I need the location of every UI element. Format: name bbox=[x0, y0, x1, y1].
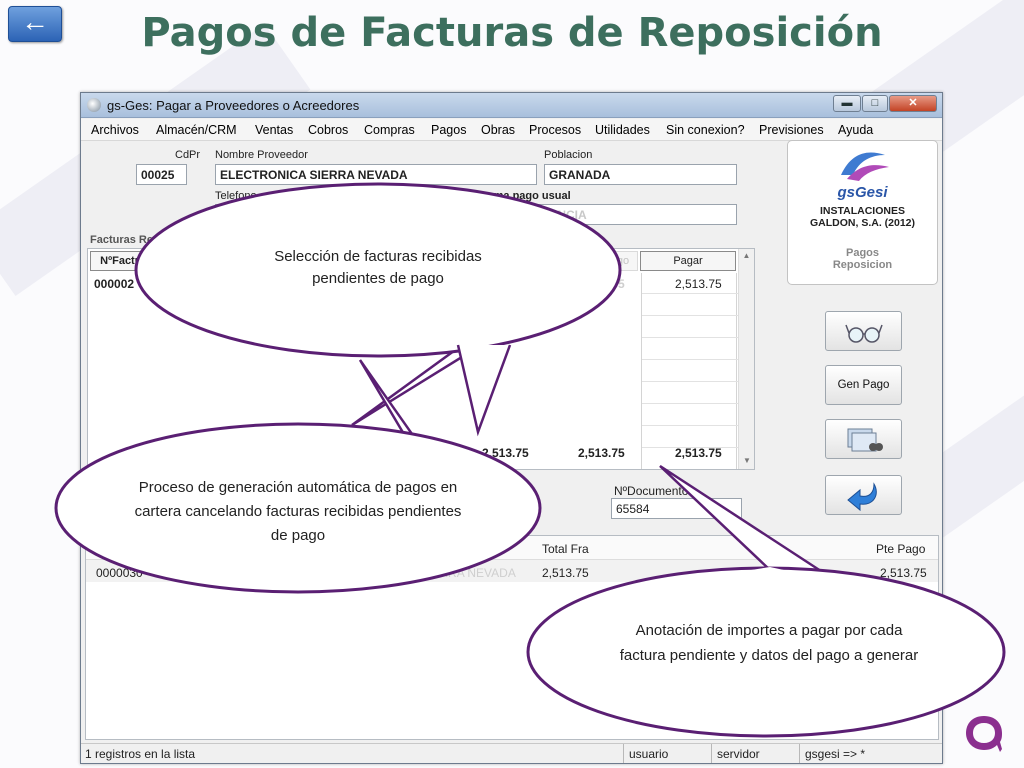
nombre-proveedor-field[interactable]: ELECTRONICA SIERRA NEVADA bbox=[215, 164, 537, 185]
callout-proceso-text: Proceso de generación automática de pago… bbox=[134, 479, 462, 544]
row-pagar[interactable]: 2,513.75 bbox=[675, 277, 722, 291]
col-total-fra[interactable]: Total Fra bbox=[542, 542, 589, 556]
callout-anotacion-text: Anotación de importes a pagar por cada f… bbox=[619, 622, 919, 664]
return-button[interactable] bbox=[825, 475, 902, 515]
search-documents-button[interactable] bbox=[825, 419, 902, 459]
pagar-sum: 2,513.75 bbox=[675, 446, 722, 460]
grid-line bbox=[642, 315, 738, 316]
scroll-up-icon[interactable]: ▲ bbox=[739, 251, 754, 260]
total-factura-sum: 2,513.75 bbox=[482, 446, 529, 460]
pagar-column[interactable] bbox=[641, 273, 738, 469]
documento-label: NºDocumento bbox=[614, 484, 689, 498]
forma-pago-field[interactable]: TRANSFERENCIA bbox=[479, 204, 737, 225]
col-pte-pago[interactable]: Pte Pago bbox=[876, 542, 925, 556]
company-name-line1: INSTALACIONES bbox=[820, 205, 905, 217]
minimize-button[interactable]: ▬ bbox=[833, 95, 861, 112]
menu-obras[interactable]: Obras bbox=[481, 123, 515, 137]
row-nfactura[interactable]: 000002 bbox=[94, 277, 134, 291]
menu-previsiones[interactable]: Previsiones bbox=[759, 123, 824, 137]
col-nfactura[interactable]: NºFactura bbox=[90, 251, 162, 271]
view-glasses-button[interactable] bbox=[825, 311, 902, 351]
col-pendiente-pago[interactable]: Pendiente Pago bbox=[542, 251, 638, 271]
row-num-fra[interactable]: 0000030 bbox=[96, 566, 143, 580]
menu-utilidades[interactable]: Utilidades bbox=[595, 123, 650, 137]
forma-pago-label: FP Forma pago usual bbox=[459, 190, 571, 202]
status-bar: 1 registros en la lista usuario servidor… bbox=[81, 743, 942, 763]
window-title: gs-Ges: Pagar a Proveedores o Acreedores bbox=[107, 98, 360, 113]
menu-ventas[interactable]: Ventas bbox=[255, 123, 293, 137]
poblacion-label: Poblacion bbox=[544, 149, 593, 161]
status-db: gsgesi => * bbox=[805, 747, 866, 761]
cdpr-label: CdPr bbox=[175, 149, 201, 161]
row-fp[interactable]: 50 bbox=[198, 277, 211, 291]
grid-line bbox=[642, 403, 738, 404]
module-name-line2: Reposicion bbox=[832, 259, 893, 271]
slide-title: Pagos de Facturas de Reposición bbox=[141, 10, 883, 56]
glasses-icon bbox=[844, 324, 883, 343]
row-nombre[interactable]: ELECTRONICA SIERRA NEVADA bbox=[332, 566, 516, 580]
row-fecha-fra[interactable]: 16/05/2013 bbox=[252, 566, 312, 580]
menu-pagos[interactable]: Pagos bbox=[431, 123, 466, 137]
brand-name: gsGesi bbox=[837, 184, 888, 201]
menu-sin-conexion[interactable]: Sin conexion? bbox=[666, 123, 745, 137]
corner-logo-icon bbox=[966, 716, 1002, 752]
menu-cobros[interactable]: Cobros bbox=[308, 123, 348, 137]
row-pendiente[interactable]: 2,513.75 bbox=[578, 277, 625, 291]
scroll-down-icon[interactable]: ▼ bbox=[739, 456, 755, 465]
row-alm[interactable]: 00 bbox=[168, 277, 181, 291]
grid-line bbox=[642, 359, 738, 360]
col-fp[interactable]: FP bbox=[196, 251, 222, 271]
records-count: 1 registros en la lista bbox=[85, 747, 196, 761]
status-user: usuario bbox=[629, 747, 669, 761]
nombre-proveedor-label: Nombre Proveedor bbox=[215, 149, 308, 161]
menu-archivos[interactable]: Archivos bbox=[91, 123, 139, 137]
maximize-button[interactable]: □ bbox=[862, 95, 888, 112]
documento-field[interactable]: 65584 bbox=[611, 498, 742, 519]
row-pte-pago[interactable]: 2,513.75 bbox=[880, 566, 927, 580]
menu-ayuda[interactable]: Ayuda bbox=[838, 123, 873, 137]
facturas-pendientes-label: Facturas Recibidas Pendientes Pago bbox=[90, 234, 283, 246]
gsgesi-logo-icon bbox=[840, 152, 889, 181]
cdpr-field[interactable]: 00025 bbox=[136, 164, 187, 185]
menu-almacen-crm[interactable]: Almacén/CRM bbox=[156, 123, 237, 137]
return-arrow-icon bbox=[846, 482, 877, 512]
company-name-line2: GALDON, S.A. (2012) bbox=[809, 217, 916, 229]
fp-field[interactable]: 50 bbox=[441, 204, 475, 225]
menu-compras[interactable]: Compras bbox=[364, 123, 415, 137]
window-titlebar: gs-Ges: Pagar a Proveedores o Acreedores… bbox=[81, 93, 942, 118]
status-divider bbox=[711, 744, 712, 763]
grid-line bbox=[642, 381, 738, 382]
grid-line bbox=[642, 337, 738, 338]
col-alm[interactable]: Alm bbox=[164, 251, 194, 271]
status-server: servidor bbox=[717, 747, 760, 761]
module-name-line1: Pagos bbox=[845, 247, 879, 259]
callout-seleccion-text: Selección de facturas recibidas pendient… bbox=[274, 248, 482, 287]
grid-line bbox=[642, 425, 738, 426]
telefono-field[interactable]: 958774455 bbox=[215, 204, 408, 225]
col-pagar[interactable]: Pagar bbox=[640, 251, 736, 271]
grid-line bbox=[642, 293, 738, 294]
menu-bar: Archivos Almacén/CRM Ventas Cobros Compr… bbox=[81, 119, 942, 141]
gen-pago-button[interactable]: Gen Pago bbox=[825, 365, 902, 405]
status-divider bbox=[799, 744, 800, 763]
row-alm[interactable]: 00 bbox=[224, 566, 237, 580]
documents-search-icon bbox=[847, 428, 883, 452]
close-button[interactable]: ✕ bbox=[889, 95, 937, 112]
row-cdpr[interactable]: 00025 bbox=[166, 566, 199, 580]
row-total-fra[interactable]: 2,513.75 bbox=[542, 566, 589, 580]
poblacion-field[interactable]: GRANADA bbox=[544, 164, 737, 185]
telefono-label: Telefono bbox=[215, 190, 257, 202]
status-divider bbox=[623, 744, 624, 763]
menu-procesos[interactable]: Procesos bbox=[529, 123, 581, 137]
pendiente-pago-sum: 2,513.75 bbox=[578, 446, 625, 460]
company-logo-panel: gsGesi INSTALACIONES GALDON, S.A. (2012)… bbox=[787, 140, 938, 285]
app-icon bbox=[87, 98, 101, 112]
grid-scrollbar[interactable]: ▲ ▼ bbox=[738, 249, 754, 469]
